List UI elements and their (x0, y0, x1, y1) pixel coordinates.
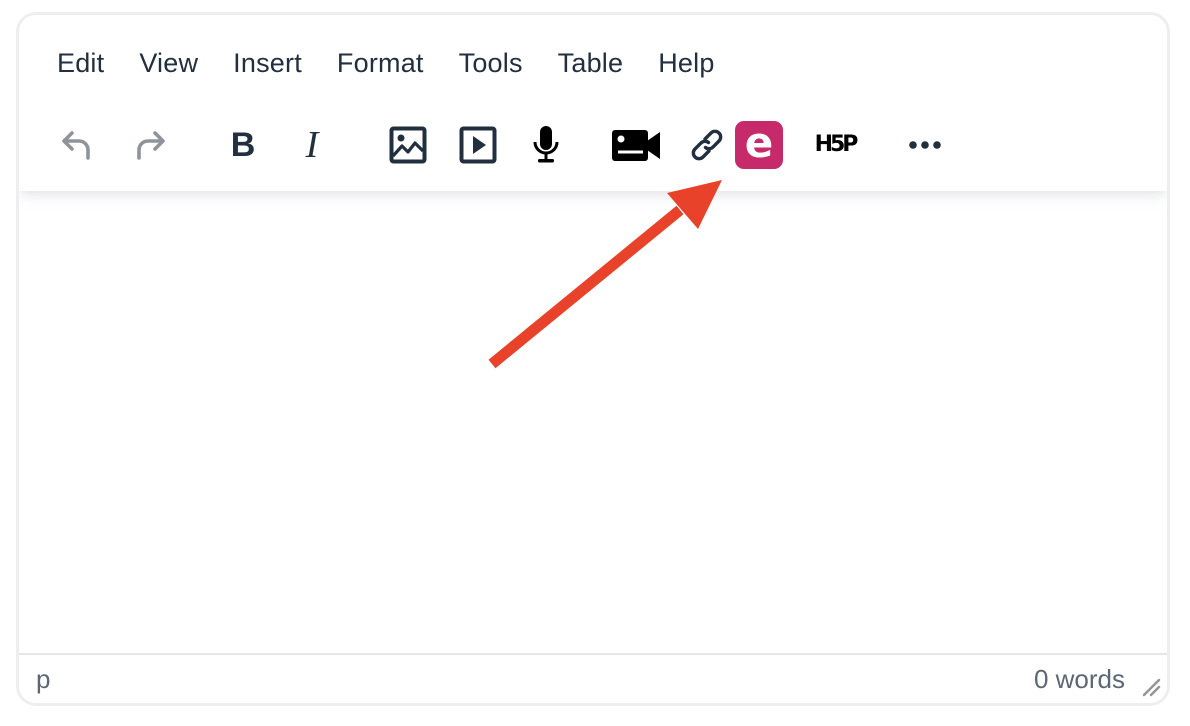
h5p-button[interactable]: H5P (806, 119, 864, 171)
rich-text-editor: Edit View Insert Format Tools Table Help (16, 12, 1170, 706)
record-audio-button[interactable] (519, 119, 573, 171)
record-video-button[interactable] (610, 119, 664, 171)
insert-image-button[interactable] (381, 119, 435, 171)
word-count[interactable]: 0 words (1034, 664, 1125, 695)
bold-button[interactable]: B (216, 119, 270, 171)
statusbar: p 0 words (19, 653, 1167, 703)
menu-tools[interactable]: Tools (445, 42, 537, 85)
menu-view[interactable]: View (125, 42, 212, 85)
editor-header: Edit View Insert Format Tools Table Help (19, 15, 1167, 191)
undo-button[interactable] (50, 119, 104, 171)
bold-icon: B (230, 126, 256, 164)
menu-insert[interactable]: Insert (219, 42, 316, 85)
e-plugin-button[interactable]: e (732, 119, 786, 171)
insert-link-button[interactable] (680, 119, 734, 171)
element-path[interactable]: p (36, 664, 50, 695)
link-icon (691, 129, 723, 161)
menu-table[interactable]: Table (544, 42, 638, 85)
e-plugin-glyph: e (744, 117, 774, 167)
italic-button[interactable]: I (285, 119, 339, 171)
menu-help[interactable]: Help (644, 42, 728, 85)
more-button[interactable] (898, 119, 952, 171)
redo-button[interactable] (123, 119, 177, 171)
h5p-icon: H5P (814, 132, 859, 157)
resize-handle-icon[interactable] (1141, 677, 1161, 697)
toolbar: B I e H5P (19, 115, 1167, 175)
video-camera-icon (612, 130, 660, 161)
e-plugin-icon: e (735, 121, 783, 169)
editor-content-area[interactable] (19, 191, 1167, 653)
insert-media-button[interactable] (451, 119, 505, 171)
menu-format[interactable]: Format (323, 42, 438, 85)
more-icon (909, 141, 941, 149)
media-play-icon (459, 126, 497, 164)
undo-icon (62, 131, 90, 160)
microphone-icon (533, 126, 559, 163)
menubar: Edit View Insert Format Tools Table Help (43, 41, 736, 85)
redo-icon (137, 131, 165, 160)
italic-icon: I (305, 124, 319, 166)
image-icon (389, 126, 427, 164)
menu-edit[interactable]: Edit (43, 42, 118, 85)
